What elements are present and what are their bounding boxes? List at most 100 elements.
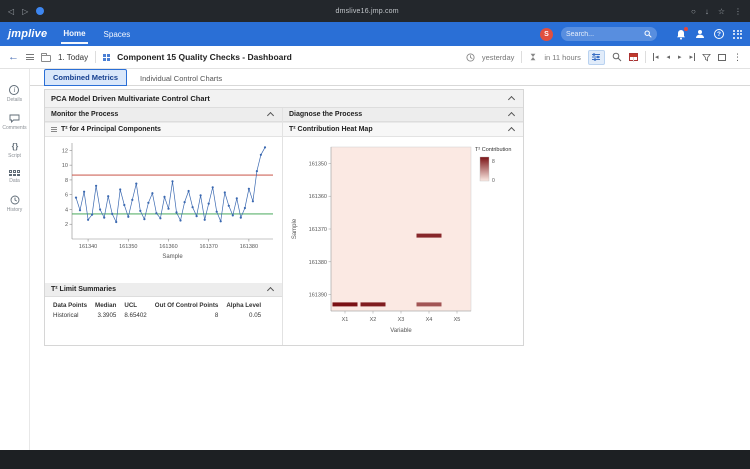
report-sidebar: i Details Comments { } Script Data Histo… [0,69,30,450]
t2-contribution-heatmap[interactable]: 161350 161360 161370 161380 161390 X1 X2 X3 X4 X5… [283,137,523,345]
svg-text:Sample: Sample [292,218,298,239]
card-header[interactable]: PCA Model Driven Multivariate Control Ch… [45,90,523,108]
svg-text:0: 0 [492,178,495,184]
breadcrumb[interactable]: 1. Today [58,53,88,62]
svg-text:161350: 161350 [119,244,137,250]
svg-text:161390: 161390 [309,293,327,299]
t2-control-chart[interactable]: 24681012161340161350161360161370161380Sa… [45,137,281,269]
svg-text:161340: 161340 [79,244,97,250]
info-icon: i [9,85,19,95]
collapse-chevron-icon[interactable] [508,96,515,103]
svg-text:4: 4 [65,207,68,213]
nav-item-spaces[interactable]: Spaces [102,25,133,43]
control-panel-toggle-button[interactable] [588,50,605,65]
svg-text:X2: X2 [370,317,377,323]
last-page-icon[interactable]: ▸ [689,53,695,61]
svg-text:161370: 161370 [309,227,327,233]
browser-back-icon[interactable]: ◁ [8,7,14,16]
help-icon[interactable]: ? [714,29,724,39]
svg-text:Variable: Variable [390,328,412,334]
svg-text:161380: 161380 [309,260,327,266]
collapse-chevron-icon[interactable] [267,112,274,119]
site-favicon-icon [36,7,44,15]
limit-summaries-header[interactable]: T² Limit Summaries [45,283,282,297]
global-search[interactable] [561,27,657,41]
filter-icon[interactable] [702,53,711,62]
diagnose-process-panel: Diagnose the Process T² Contribution Hea… [283,108,523,345]
column-header: Data Points [49,300,91,310]
column-header: Out Of Control Points [151,300,223,310]
sidebar-item-data[interactable]: Data [9,170,20,184]
zoom-icon[interactable] [612,52,622,62]
svg-text:161370: 161370 [200,244,218,250]
svg-text:X3: X3 [398,317,405,323]
heatmap-title: T² Contribution Heat Map [289,126,373,133]
sidebar-item-details[interactable]: i Details [7,85,22,103]
cell-alpha: 0.05 [222,310,265,320]
first-page-icon[interactable]: ◂ [653,53,659,61]
tab-individual-control-charts[interactable]: Individual Control Charts [132,71,230,86]
more-options-icon[interactable]: ⋮ [733,52,742,63]
profile-person-icon[interactable] [695,29,705,39]
report-menu-icon[interactable] [51,127,57,132]
svg-text:X1: X1 [342,317,349,323]
notifications-bell-icon[interactable] [676,29,686,40]
browser-forward-icon[interactable]: ▷ [22,7,28,16]
browser-extension-icon[interactable]: ○ [691,7,696,16]
collapse-chevron-icon[interactable] [508,127,515,134]
cell-out-of-control: 8 [151,310,223,320]
sidebar-item-comments[interactable]: Comments [2,114,26,131]
apps-grid-icon[interactable] [733,30,742,39]
search-icon [644,30,652,38]
notification-badge [684,27,688,31]
next-update-label: in 11 hours [544,53,581,62]
refresh-clock-icon [466,53,475,62]
browser-chrome: ◁ ▷ dmslive16.jmp.com ○ ↓ ☆ ⋮ [0,0,750,22]
control-chart-header[interactable]: T² for 4 Principal Components [45,122,282,137]
address-bar[interactable]: dmslive16.jmp.com [52,8,682,15]
tab-combined-metrics[interactable]: Combined Metrics [44,69,127,86]
monitor-header[interactable]: Monitor the Process [45,108,282,122]
collapse-chevron-icon[interactable] [508,112,515,119]
browser-download-icon[interactable]: ↓ [705,7,709,16]
app-navbar: jmplive Home Spaces S ? [0,22,750,46]
data-table-icon[interactable] [629,53,638,61]
sidebar-item-history[interactable]: History [7,195,23,213]
collapse-chevron-icon[interactable] [267,287,274,294]
svg-text:X4: X4 [426,317,433,323]
next-page-icon[interactable]: ▸ [678,53,682,61]
svg-text:161360: 161360 [309,194,327,200]
fullscreen-icon[interactable] [718,54,726,61]
diagnose-header[interactable]: Diagnose the Process [283,108,523,122]
control-chart-title: T² for 4 Principal Components [61,126,161,133]
pca-control-chart-card: PCA Model Driven Multivariate Control Ch… [44,89,524,346]
svg-text:161380: 161380 [240,244,258,250]
table-row: Historical 3.3905 8.65402 8 0.05 [49,310,265,320]
svg-text:X5: X5 [454,317,461,323]
svg-text:10: 10 [62,163,68,169]
svg-text:8: 8 [492,159,495,165]
svg-text:2: 2 [65,222,68,228]
jmp-live-logo[interactable]: jmplive [8,28,47,40]
browser-bookmark-icon[interactable]: ☆ [718,7,725,16]
cell-ucl: 8.65402 [120,310,150,320]
column-header: Alpha Level [222,300,265,310]
last-refreshed-label: yesterday [482,53,515,62]
svg-text:161360: 161360 [159,244,177,250]
back-button[interactable]: ← [8,52,19,63]
svg-text:161350: 161350 [309,161,327,167]
script-braces-icon: { } [12,142,17,151]
sliders-icon [591,52,601,62]
heatmap-header[interactable]: T² Contribution Heat Map [283,122,523,137]
svg-text:Sample: Sample [162,254,183,260]
user-avatar[interactable]: S [540,28,553,41]
previous-page-icon[interactable]: ◂ [666,53,670,61]
browser-menu-icon[interactable]: ⋮ [734,7,742,16]
pagination: ◂ ◂ ▸ ▸ [653,53,695,61]
search-input[interactable] [566,31,644,38]
table-header-row: Data Points Median UCL Out Of Control Po… [49,300,265,310]
nav-item-home[interactable]: Home [61,24,87,44]
history-clock-icon [10,195,20,205]
sidebar-item-script[interactable]: { } Script [8,142,21,159]
sidebar-toggle-icon[interactable] [26,54,34,60]
